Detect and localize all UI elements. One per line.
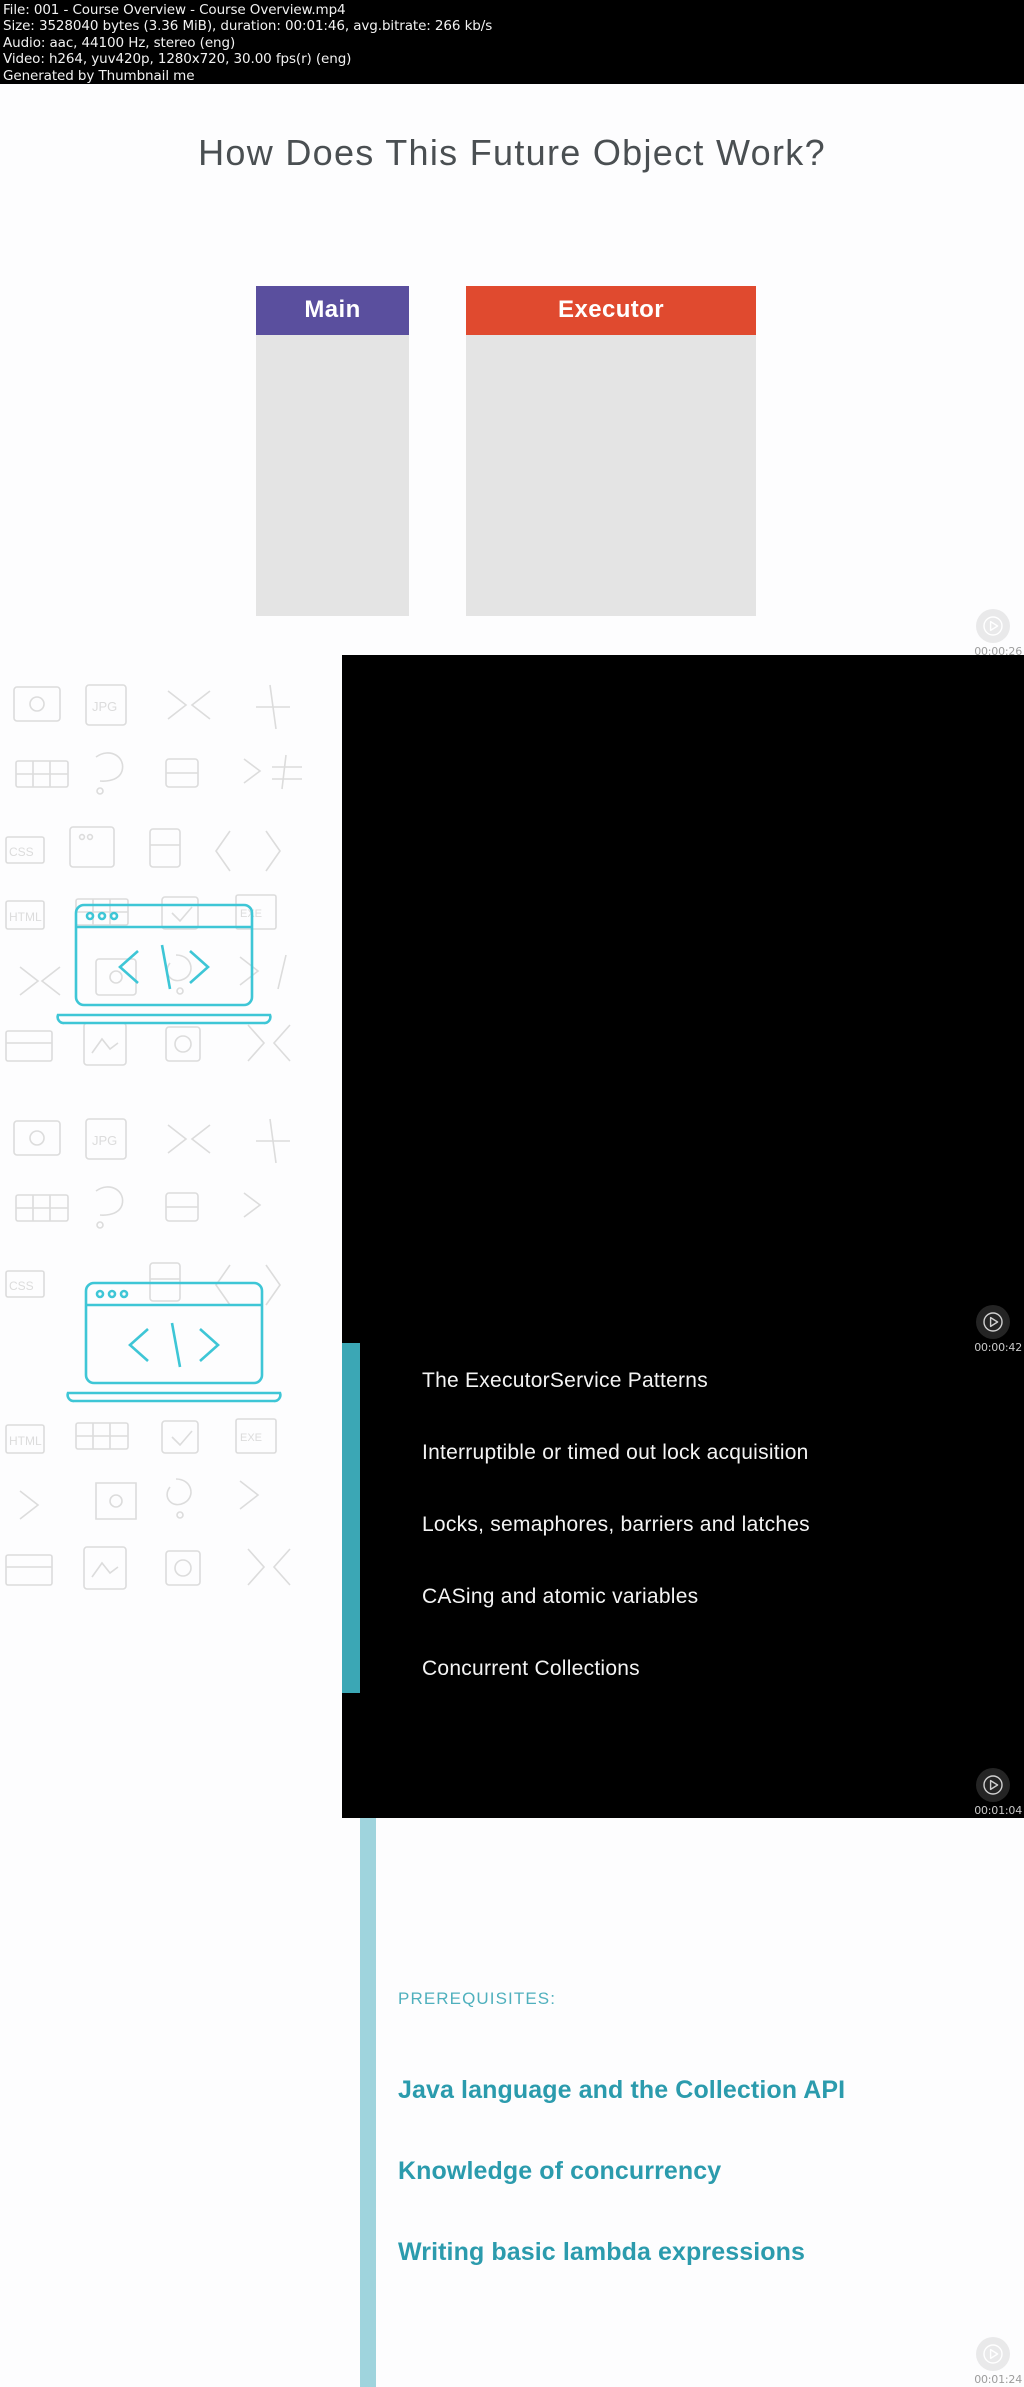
frame-thumbnail-3[interactable]: The ExecutorService Patterns Interruptib…: [342, 1343, 1024, 1818]
frame-thumbnail-2[interactable]: 00:00:42: [342, 655, 1024, 1355]
frame-timestamp: 00:01:24: [974, 2373, 1022, 2386]
accent-bar: [342, 1343, 360, 1693]
meta-generator-line: Generated by Thumbnail me: [3, 67, 195, 84]
play-circle-icon: [976, 1305, 1010, 1339]
meta-audio-line: Audio: aac, 44100 Hz, stereo (eng): [3, 34, 236, 51]
list-item: Interruptible or timed out lock acquisit…: [422, 1441, 809, 1464]
doodle-icons-svg: JPG CSS HTML EXE JPG CSS HTML EXE: [5, 684, 302, 1590]
laptop-code-icon-1: [56, 903, 272, 1025]
svg-text:HTML: HTML: [9, 1434, 42, 1448]
frame-timestamp: 00:00:26: [974, 645, 1022, 658]
list-item: Writing basic lambda expressions: [398, 2238, 806, 2266]
prerequisites-list: Java language and the Collection API Kno…: [398, 2076, 998, 2319]
list-item: Java language and the Collection API: [398, 2076, 846, 2104]
frame-timestamp: 00:00:42: [974, 1341, 1022, 1354]
thumbnail-sheet: File: 001 - Course Overview - Course Ove…: [0, 0, 1024, 2387]
frame-timestamp: 00:01:04: [974, 1804, 1022, 1817]
play-circle-icon: [976, 1768, 1010, 1802]
svg-text:EXE: EXE: [240, 1432, 262, 1444]
list-item: Concurrent Collections: [422, 1657, 640, 1680]
list-item: CASing and atomic variables: [422, 1585, 699, 1608]
meta-file-line: File: 001 - Course Overview - Course Ove…: [3, 2, 346, 18]
meta-video-line: Video: h264, yuv420p, 1280x720, 30.00 fp…: [3, 51, 352, 68]
svg-text:HTML: HTML: [9, 910, 42, 924]
column-executor-header: Executor: [466, 286, 756, 335]
svg-text:JPG: JPG: [92, 699, 117, 714]
accent-bar: [360, 1818, 376, 2387]
frame-thumbnail-4[interactable]: PREREQUISITES: Java language and the Col…: [0, 1818, 1024, 2387]
play-circle-icon: [976, 609, 1010, 643]
column-executor: Executor: [466, 286, 756, 616]
column-main-header: Main: [256, 286, 409, 335]
svg-text:CSS: CSS: [9, 1279, 34, 1293]
column-main-body: [256, 335, 409, 616]
svg-text:JPG: JPG: [92, 1133, 117, 1148]
list-item: The ExecutorService Patterns: [422, 1369, 708, 1392]
agenda-list: The ExecutorService Patterns Interruptib…: [422, 1369, 1022, 1729]
meta-size-line: Size: 3528040 bytes (3.36 MiB), duration…: [3, 18, 493, 35]
svg-text:CSS: CSS: [9, 845, 34, 859]
column-main: Main: [256, 286, 409, 616]
decorative-doodle-pattern: JPG CSS HTML EXE JPG CSS HTML EXE: [0, 655, 342, 1818]
frame-thumbnail-1[interactable]: How Does This Future Object Work? Main E…: [0, 84, 1024, 659]
list-item: Locks, semaphores, barriers and latches: [422, 1513, 810, 1536]
column-executor-body: [466, 335, 756, 616]
video-metadata-header: File: 001 - Course Overview - Course Ove…: [0, 0, 1024, 84]
list-item: Knowledge of concurrency: [398, 2157, 722, 2185]
play-circle-icon: [976, 2337, 1010, 2371]
slide-title: How Does This Future Object Work?: [198, 132, 826, 173]
prerequisites-heading: PREREQUISITES:: [398, 1989, 557, 2008]
